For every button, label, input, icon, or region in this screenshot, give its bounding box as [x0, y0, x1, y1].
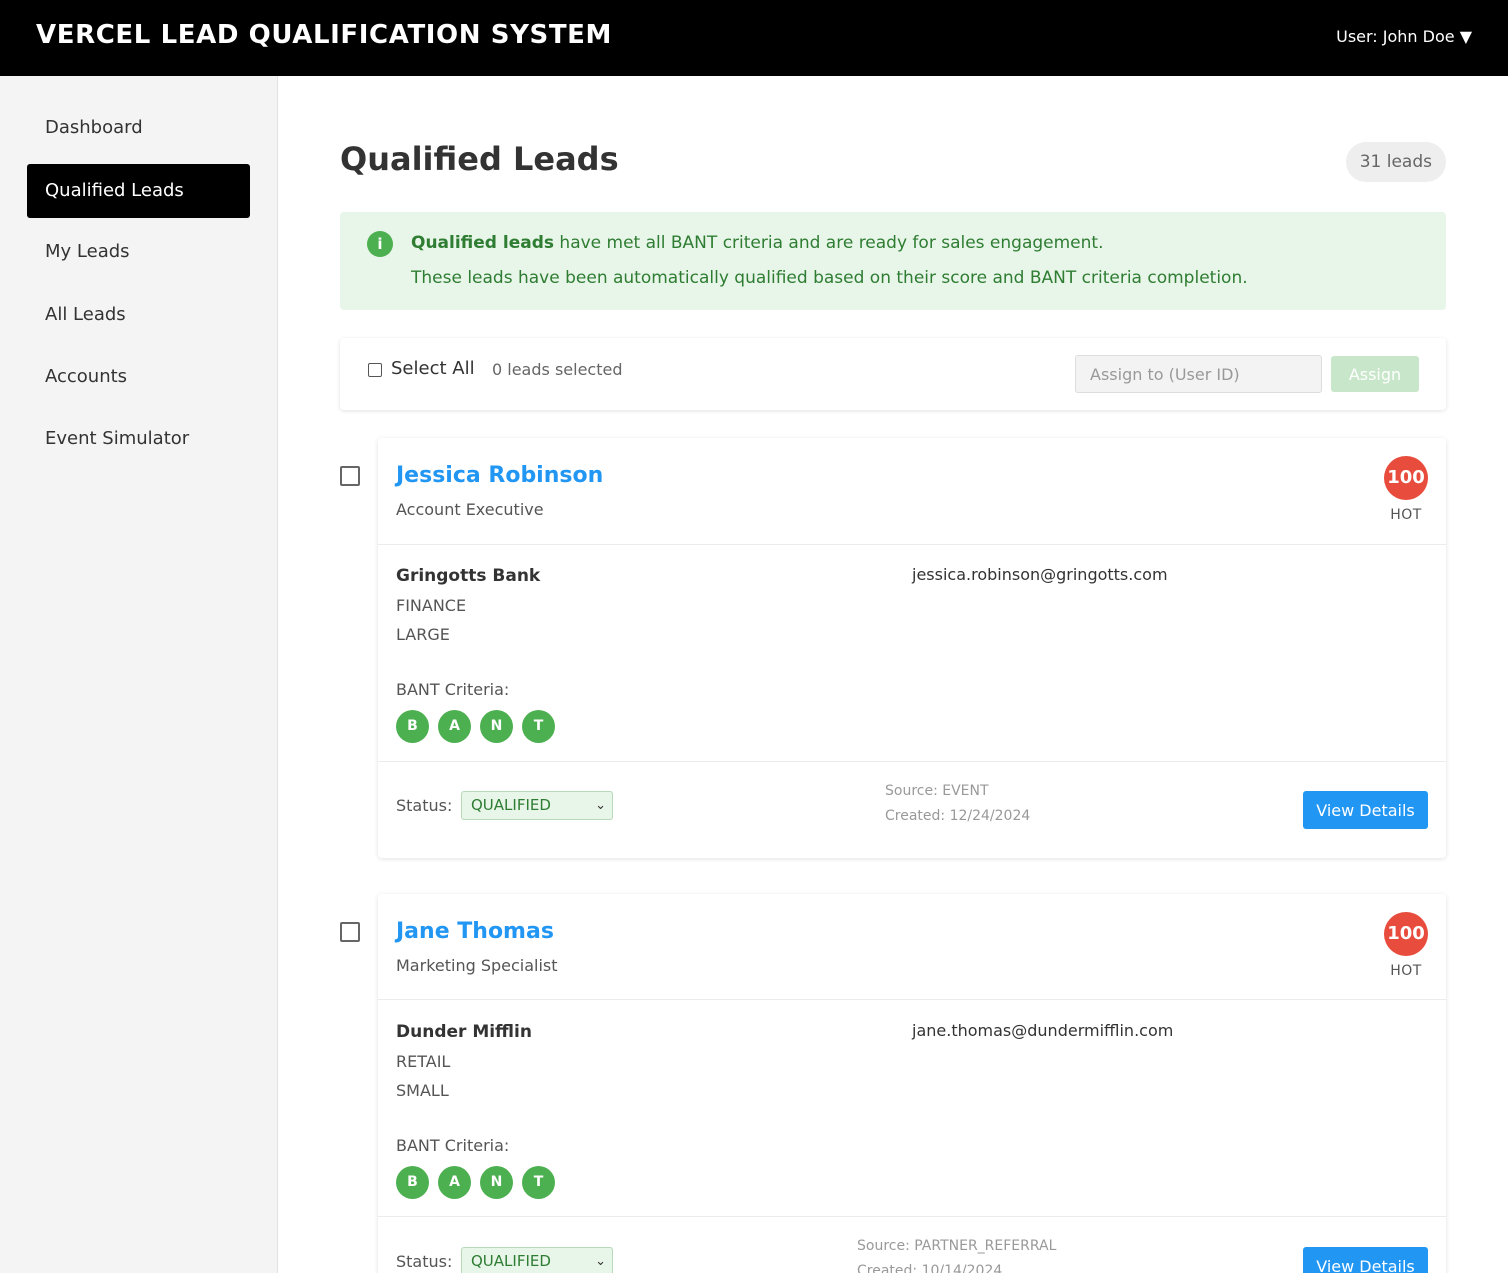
company-industry: FINANCE — [396, 596, 467, 615]
assign-button[interactable]: Assign — [1331, 356, 1419, 392]
bant-label: BANT Criteria: — [396, 680, 510, 699]
selected-count: 0 leads selected — [492, 360, 623, 379]
chevron-down-icon: ⌄ — [595, 1254, 606, 1269]
lead-created-date: Created: 12/24/2024 — [885, 808, 1031, 824]
lead-temperature: HOT — [1390, 507, 1422, 523]
company-industry: RETAIL — [396, 1052, 451, 1071]
lead-name-link[interactable]: Jessica Robinson — [396, 463, 603, 488]
status-label: Status: — [396, 796, 453, 815]
lead-card: Jessica Robinson Account Executive 100 H… — [378, 438, 1446, 858]
select-all-checkbox[interactable] — [368, 363, 382, 377]
bant-label: BANT Criteria: — [396, 1136, 510, 1155]
status-dropdown[interactable]: QUALIFIED ⌄ — [461, 1247, 613, 1273]
lead-select-checkbox[interactable] — [340, 466, 360, 486]
divider — [378, 544, 1446, 545]
info-text-line2: These leads have been automatically qual… — [411, 268, 1248, 288]
user-menu[interactable]: User: John Doe ▼ — [1336, 27, 1472, 46]
divider — [378, 1216, 1446, 1217]
bant-budget-badge: B — [396, 1166, 429, 1199]
view-details-button[interactable]: View Details — [1303, 1247, 1428, 1273]
assign-user-input[interactable] — [1075, 355, 1322, 393]
lead-name-link[interactable]: Jane Thomas — [396, 919, 554, 944]
lead-temperature: HOT — [1390, 963, 1422, 979]
info-text-line1: Qualified leads have met all BANT criter… — [411, 233, 1104, 253]
company-name: Dunder Mifflin — [396, 1022, 532, 1042]
info-banner: i Qualified leads have met all BANT crit… — [340, 212, 1446, 310]
chevron-down-icon: ⌄ — [595, 798, 606, 813]
select-all-label[interactable]: Select All — [391, 358, 475, 379]
info-text-rest: have met all BANT criteria and are ready… — [554, 233, 1104, 253]
divider — [378, 761, 1446, 762]
lead-score: 100 — [1384, 912, 1428, 956]
lead-source: Source: PARTNER_REFERRAL — [857, 1238, 1057, 1254]
lead-email: jessica.robinson@gringotts.com — [912, 565, 1168, 584]
status-value: QUALIFIED — [471, 796, 551, 814]
company-size: SMALL — [396, 1081, 449, 1100]
info-icon: i — [367, 231, 393, 257]
lead-email: jane.thomas@dundermifflin.com — [912, 1021, 1174, 1040]
divider — [378, 999, 1446, 1000]
lead-job-title: Account Executive — [396, 500, 544, 519]
sidebar-item-all-leads[interactable]: All Leads — [27, 288, 250, 342]
bant-timeline-badge: T — [522, 1166, 555, 1199]
bant-need-badge: N — [480, 710, 513, 743]
bulk-actions-toolbar: Select All 0 leads selected Assign — [340, 338, 1446, 410]
company-size: LARGE — [396, 625, 450, 644]
sidebar-item-accounts[interactable]: Accounts — [27, 350, 250, 404]
status-value: QUALIFIED — [471, 1252, 551, 1270]
sidebar-item-dashboard[interactable]: Dashboard — [27, 101, 250, 155]
status-label: Status: — [396, 1252, 453, 1271]
bant-authority-badge: A — [438, 1166, 471, 1199]
top-bar: VERCEL LEAD QUALIFICATION SYSTEM User: J… — [0, 0, 1508, 76]
bant-authority-badge: A — [438, 710, 471, 743]
company-name: Gringotts Bank — [396, 566, 541, 586]
sidebar: Dashboard Qualified Leads My Leads All L… — [0, 76, 278, 1273]
lead-job-title: Marketing Specialist — [396, 956, 558, 975]
app-title: VERCEL LEAD QUALIFICATION SYSTEM — [36, 20, 613, 50]
sidebar-item-my-leads[interactable]: My Leads — [27, 225, 250, 279]
status-dropdown[interactable]: QUALIFIED ⌄ — [461, 791, 613, 820]
sidebar-item-qualified-leads[interactable]: Qualified Leads — [27, 164, 250, 218]
view-details-button[interactable]: View Details — [1303, 791, 1428, 829]
info-bold-text: Qualified leads — [411, 233, 555, 253]
sidebar-item-event-simulator[interactable]: Event Simulator — [27, 412, 250, 466]
bant-need-badge: N — [480, 1166, 513, 1199]
bant-timeline-badge: T — [522, 710, 555, 743]
lead-source: Source: EVENT — [885, 783, 989, 799]
bant-budget-badge: B — [396, 710, 429, 743]
lead-select-checkbox[interactable] — [340, 922, 360, 942]
lead-count-badge: 31 leads — [1345, 142, 1446, 182]
lead-score: 100 — [1384, 456, 1428, 500]
lead-created-date: Created: 10/14/2024 — [857, 1263, 1003, 1273]
page-title: Qualified Leads — [340, 140, 619, 178]
lead-card: Jane Thomas Marketing Specialist 100 HOT… — [378, 894, 1446, 1273]
